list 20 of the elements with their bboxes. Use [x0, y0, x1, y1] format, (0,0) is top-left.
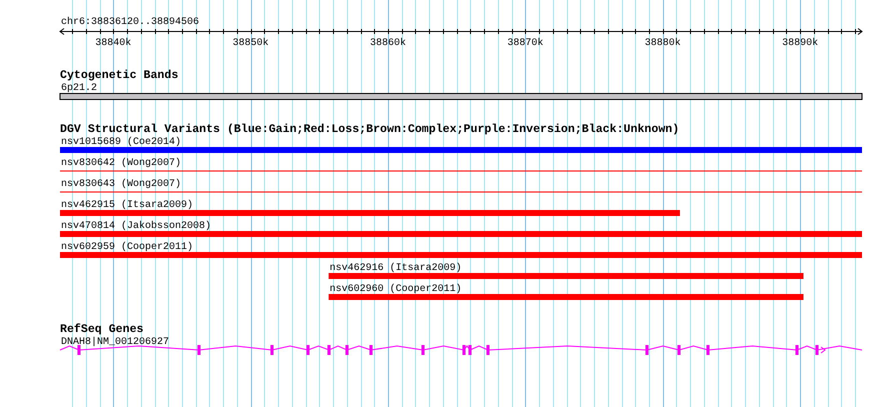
variant-label: nsv602960 (Cooper2011)	[330, 284, 462, 295]
tick-label: 38880k	[644, 38, 681, 49]
tick-label: 38840k	[95, 38, 132, 49]
variant-label: nsv462916 (Itsara2009)	[330, 263, 462, 274]
variant-label: nsv602959 (Cooper2011)	[61, 242, 194, 253]
band-label: 6p21.2	[61, 83, 98, 94]
track-title: RefSeq Genes	[60, 323, 144, 336]
variant-label: nsv462915 (Itsara2009)	[61, 200, 194, 211]
gene-label: DNAH8|NM_001206927	[61, 337, 170, 348]
variant-label: nsv470814 (Jakobsson2008)	[61, 221, 212, 232]
variant-label: nsv830642 (Wong2007)	[61, 158, 182, 169]
track-title: DGV Structural Variants (Blue:Gain;Red:Loss;Brown:Complex;Purple:Inversion;Black:Unknown)	[60, 123, 680, 136]
track-title: Cytogenetic Bands	[60, 69, 178, 82]
variant-label: nsv1015689 (Coe2014)	[61, 137, 182, 148]
location-label: chr6:38836120..38894506	[61, 17, 200, 28]
tick-label: 38860k	[370, 38, 406, 49]
tick-label: 38870k	[507, 38, 544, 49]
tick-label: 38890k	[782, 38, 818, 49]
tick-label: 38850k	[232, 38, 269, 49]
variant-label: nsv830643 (Wong2007)	[61, 179, 182, 190]
